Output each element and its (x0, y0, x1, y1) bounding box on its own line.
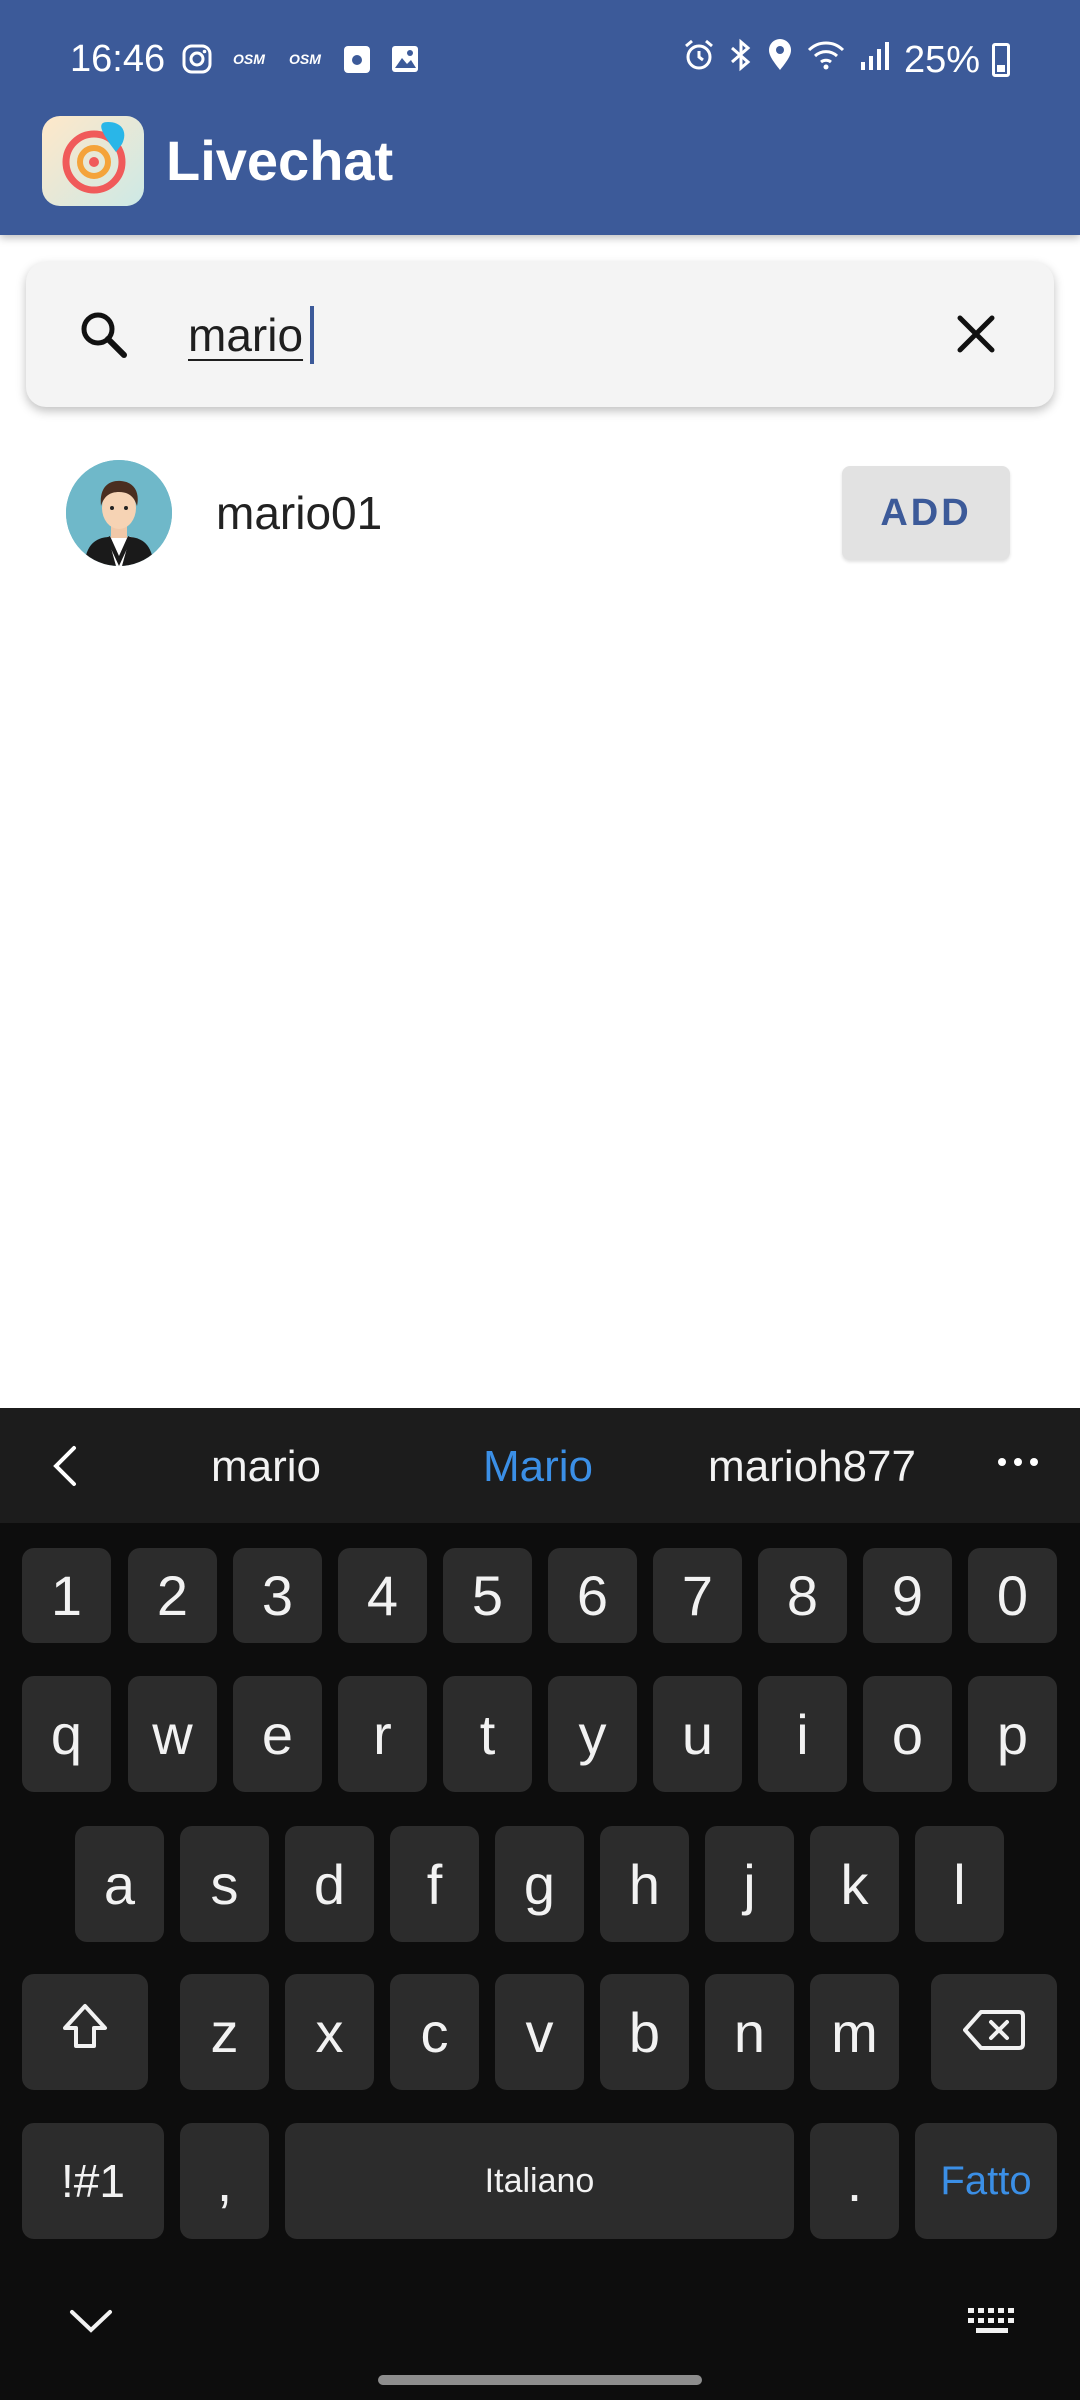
comma-key[interactable]: , (180, 2123, 269, 2239)
alarm-icon (682, 38, 716, 82)
backspace-key[interactable] (931, 1974, 1057, 2090)
location-icon (766, 38, 794, 82)
key-o[interactable]: o (863, 1676, 952, 1792)
key-y[interactable]: y (548, 1676, 637, 1792)
key-s[interactable]: s (180, 1826, 269, 1942)
key-x[interactable]: x (285, 1974, 374, 2090)
key-4[interactable]: 4 (338, 1548, 427, 1643)
key-0[interactable]: 0 (968, 1548, 1057, 1643)
key-3[interactable]: 3 (233, 1548, 322, 1643)
key-z[interactable]: z (180, 1974, 269, 2090)
key-r[interactable]: r (338, 1676, 427, 1792)
key-t[interactable]: t (443, 1676, 532, 1792)
chevron-left-icon[interactable] (42, 1442, 90, 1490)
key-d[interactable]: d (285, 1826, 374, 1942)
osm-icon: OSM (233, 51, 265, 67)
key-p[interactable]: p (968, 1676, 1057, 1792)
list-item: mario01 ADD (0, 440, 1080, 585)
username-label: mario01 (216, 487, 383, 539)
suggestion-1[interactable]: mario (136, 1442, 396, 1492)
key-f[interactable]: f (390, 1826, 479, 1942)
key-b[interactable]: b (600, 1974, 689, 2090)
keyboard-icon[interactable] (966, 2304, 1020, 2338)
suggestion-3[interactable]: marioh877 (682, 1442, 942, 1492)
key-e[interactable]: e (233, 1676, 322, 1792)
key-6[interactable]: 6 (548, 1548, 637, 1643)
notification-icons: OSM OSM (180, 42, 422, 76)
key-5[interactable]: 5 (443, 1548, 532, 1643)
gallery-icon (388, 42, 422, 76)
calendar-icon (340, 42, 374, 76)
key-v[interactable]: v (495, 1974, 584, 2090)
key-2[interactable]: 2 (128, 1548, 217, 1643)
key-u[interactable]: u (653, 1676, 742, 1792)
suggestion-bar: mario Mario marioh877 (0, 1408, 1080, 1523)
key-a[interactable]: a (75, 1826, 164, 1942)
battery-percentage: 25% (903, 38, 980, 81)
osm-icon: OSM (289, 51, 321, 67)
key-9[interactable]: 9 (863, 1548, 952, 1643)
signal-icon (858, 38, 892, 82)
chevron-down-icon[interactable] (66, 2302, 116, 2342)
key-i[interactable]: i (758, 1676, 847, 1792)
status-bar: 16:46 OSM OSM 25% (0, 0, 1080, 120)
app-bar: 16:46 OSM OSM 25% Livechat (0, 0, 1080, 235)
period-key[interactable]: . (810, 2123, 899, 2239)
done-key[interactable]: Fatto (915, 2123, 1057, 2239)
key-k[interactable]: k (810, 1826, 899, 1942)
home-indicator[interactable] (378, 2375, 702, 2385)
more-options-icon[interactable] (998, 1458, 1038, 1466)
battery-icon (992, 43, 1010, 77)
key-7[interactable]: 7 (653, 1548, 742, 1643)
search-bar (26, 262, 1054, 407)
livechat-logo (42, 116, 144, 206)
key-g[interactable]: g (495, 1826, 584, 1942)
key-c[interactable]: c (390, 1974, 479, 2090)
system-status: 25% (682, 38, 1010, 82)
instagram-icon (180, 42, 214, 76)
key-w[interactable]: w (128, 1676, 217, 1792)
add-button[interactable]: ADD (842, 466, 1010, 560)
app-title: Livechat (166, 129, 394, 192)
text-cursor (310, 306, 314, 364)
shift-key[interactable] (22, 1974, 148, 2090)
key-h[interactable]: h (600, 1826, 689, 1942)
key-n[interactable]: n (705, 1974, 794, 2090)
status-time: 16:46 (70, 38, 166, 80)
space-key[interactable]: Italiano (285, 2123, 794, 2239)
keyboard: mario Mario marioh877 1 2 3 4 5 6 7 8 9 … (0, 1408, 1080, 2400)
suggestion-2[interactable]: Mario (408, 1442, 668, 1492)
avatar (66, 460, 172, 566)
key-q[interactable]: q (22, 1676, 111, 1792)
search-input[interactable] (162, 297, 922, 373)
shift-icon (57, 1998, 113, 2067)
key-1[interactable]: 1 (22, 1548, 111, 1643)
search-icon[interactable] (76, 307, 132, 363)
key-j[interactable]: j (705, 1826, 794, 1942)
close-icon[interactable] (948, 306, 1004, 362)
key-m[interactable]: m (810, 1974, 899, 2090)
wifi-icon (806, 38, 846, 82)
backspace-icon (963, 2000, 1025, 2065)
key-l[interactable]: l (915, 1826, 1004, 1942)
symbols-key[interactable]: !#1 (22, 2123, 164, 2239)
bluetooth-icon (728, 38, 754, 82)
key-8[interactable]: 8 (758, 1548, 847, 1643)
